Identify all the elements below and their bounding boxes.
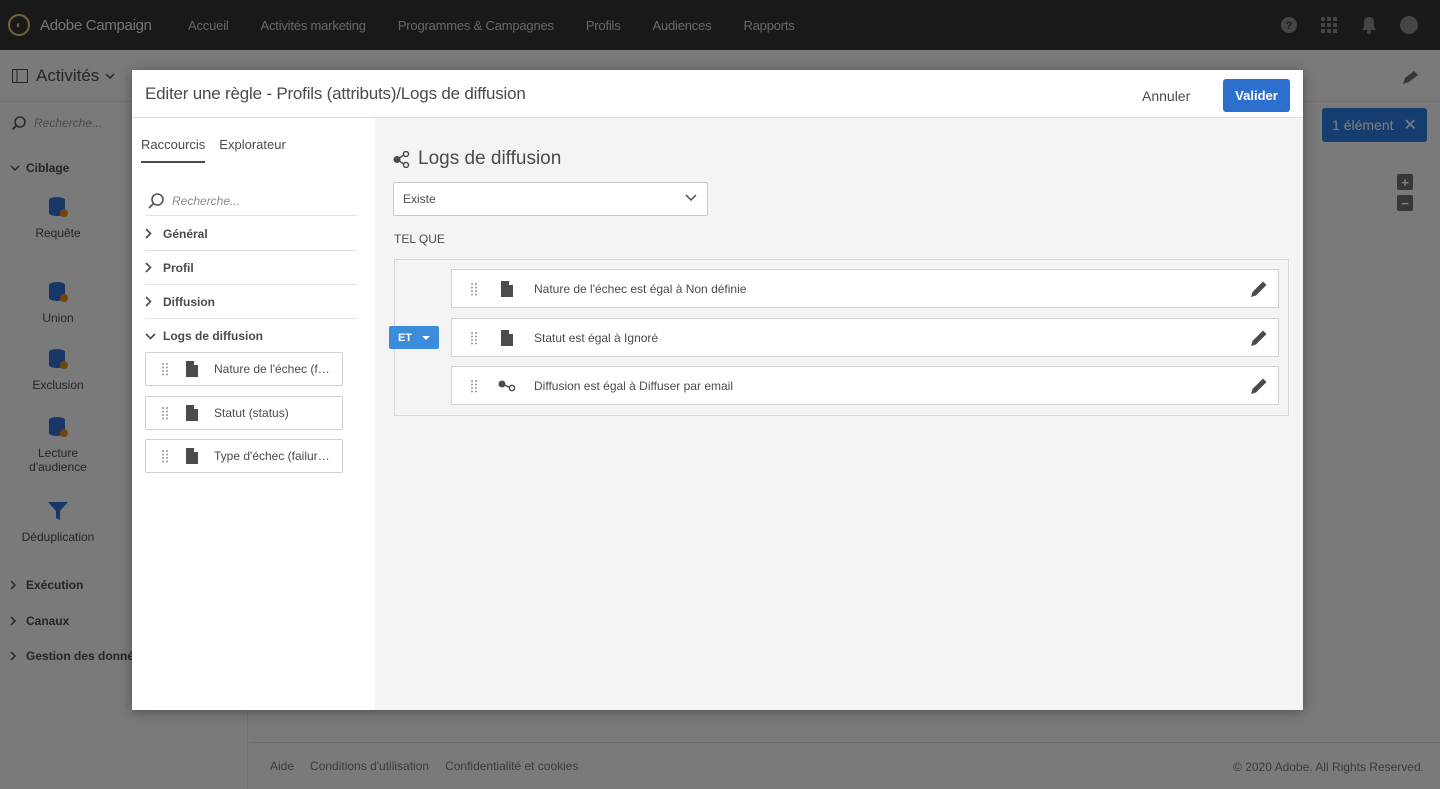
field-label: Type d'échec (failureType) — [214, 449, 334, 463]
cancel-button[interactable]: Annuler — [1142, 88, 1190, 104]
chevron-right-icon — [145, 262, 152, 273]
drag-handle-icon[interactable] — [470, 282, 478, 296]
pencil-icon[interactable] — [1250, 280, 1268, 298]
condition-text: Diffusion est égal à Diffuser par email — [534, 378, 733, 393]
tab-explorateur[interactable]: Explorateur — [219, 137, 285, 163]
document-icon — [498, 280, 516, 297]
chevron-down-icon — [685, 194, 697, 202]
link-node-icon — [393, 150, 410, 168]
dialog-title: Editer une règle - Profils (attributs)/L… — [145, 83, 526, 103]
pencil-icon[interactable] — [1250, 377, 1268, 395]
edit-rule-dialog: Editer une règle - Profils (attributs)/L… — [132, 70, 1303, 710]
pane-tabs: Raccourcis Explorateur — [141, 137, 300, 163]
validate-button[interactable]: Valider — [1223, 79, 1290, 112]
rule-title-text: Logs de diffusion — [418, 148, 562, 169]
document-icon — [186, 361, 198, 377]
search-placeholder: Recherche... — [172, 193, 241, 208]
field-label: Nature de l'échec (failureReason) — [214, 362, 334, 376]
document-icon — [498, 329, 516, 346]
tel-que-label: TEL QUE — [394, 232, 445, 246]
caret-down-icon — [422, 335, 431, 340]
tree-node-label: Logs de diffusion — [163, 329, 263, 343]
field-type-echec[interactable]: Type d'échec (failureType) — [145, 439, 343, 473]
chevron-down-icon — [145, 332, 156, 340]
tree-node-label: Général — [163, 226, 208, 241]
select-value: Existe — [403, 192, 436, 206]
document-icon — [186, 448, 198, 464]
tree-node-logs-diffusion[interactable]: Logs de diffusion — [145, 319, 357, 353]
rule-editor-pane: Logs de diffusion Existe TEL QUE ET Natu… — [375, 118, 1303, 710]
drag-handle-icon[interactable] — [470, 379, 478, 393]
fields-pane: Raccourcis Explorateur Recherche... Géné… — [132, 118, 375, 710]
drag-handle-icon[interactable] — [470, 331, 478, 345]
field-nature-echec[interactable]: Nature de l'échec (failureReason) — [145, 352, 343, 386]
fields-search-input[interactable]: Recherche... — [146, 186, 357, 216]
field-label: Statut (status) — [214, 406, 289, 420]
tree-node-general[interactable]: Général — [145, 217, 357, 251]
drag-handle-icon[interactable] — [161, 362, 169, 376]
condition-row-2[interactable]: Statut est égal à Ignoré — [451, 318, 1279, 357]
document-icon — [186, 405, 198, 421]
condition-row-1[interactable]: Nature de l'échec est égal à Non définie — [451, 269, 1279, 308]
chevron-right-icon — [145, 228, 152, 239]
condition-text: Nature de l'échec est égal à Non définie — [534, 281, 747, 296]
link-node-icon — [498, 378, 516, 394]
field-statut[interactable]: Statut (status) — [145, 396, 343, 430]
dialog-header: Editer une règle - Profils (attributs)/L… — [132, 70, 1303, 118]
pencil-icon[interactable] — [1250, 329, 1268, 347]
tab-raccourcis[interactable]: Raccourcis — [141, 137, 206, 163]
existence-select[interactable]: Existe — [393, 182, 708, 216]
drag-handle-icon[interactable] — [161, 406, 169, 420]
operator-dropdown-button[interactable]: ET — [389, 326, 439, 349]
condition-row-3[interactable]: Diffusion est égal à Diffuser par email — [451, 366, 1279, 405]
rule-title: Logs de diffusion — [393, 148, 561, 170]
tree-node-profil[interactable]: Profil — [145, 251, 357, 285]
drag-handle-icon[interactable] — [161, 449, 169, 463]
operator-label: ET — [397, 331, 413, 344]
search-icon — [148, 192, 164, 209]
condition-text: Statut est égal à Ignoré — [534, 330, 659, 345]
tree-node-label: Profil — [163, 260, 194, 275]
chevron-right-icon — [145, 296, 152, 307]
tree-node-diffusion[interactable]: Diffusion — [145, 285, 357, 319]
tree-node-label: Diffusion — [163, 294, 215, 309]
